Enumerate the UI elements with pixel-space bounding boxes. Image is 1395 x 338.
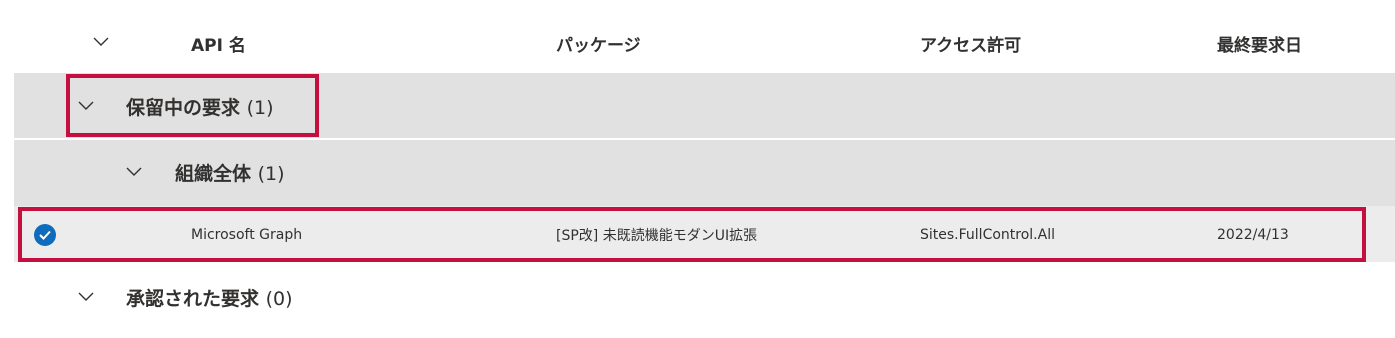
group-title-org-wide: 組織全体 (1) [175, 159, 285, 186]
chevron-down-icon[interactable] [123, 161, 145, 183]
column-header-api-name[interactable]: API 名 [191, 31, 246, 56]
column-header-last-requested[interactable]: 最終要求日 [1217, 31, 1302, 56]
group-label: 組織全体 [175, 163, 252, 185]
group-title-approved[interactable]: 承認された要求 (0) [126, 284, 293, 311]
column-header-package[interactable]: パッケージ [556, 31, 641, 56]
column-header-access[interactable]: アクセス許可 [920, 31, 1021, 56]
group-label: 承認された要求 [126, 288, 260, 310]
highlight-box-pending [66, 74, 319, 137]
collapse-all-chevron-icon[interactable] [90, 31, 112, 53]
group-count: (0) [265, 288, 293, 310]
group-count: (1) [257, 163, 285, 185]
chevron-down-icon[interactable] [75, 286, 97, 308]
highlight-box-row [18, 207, 1366, 262]
